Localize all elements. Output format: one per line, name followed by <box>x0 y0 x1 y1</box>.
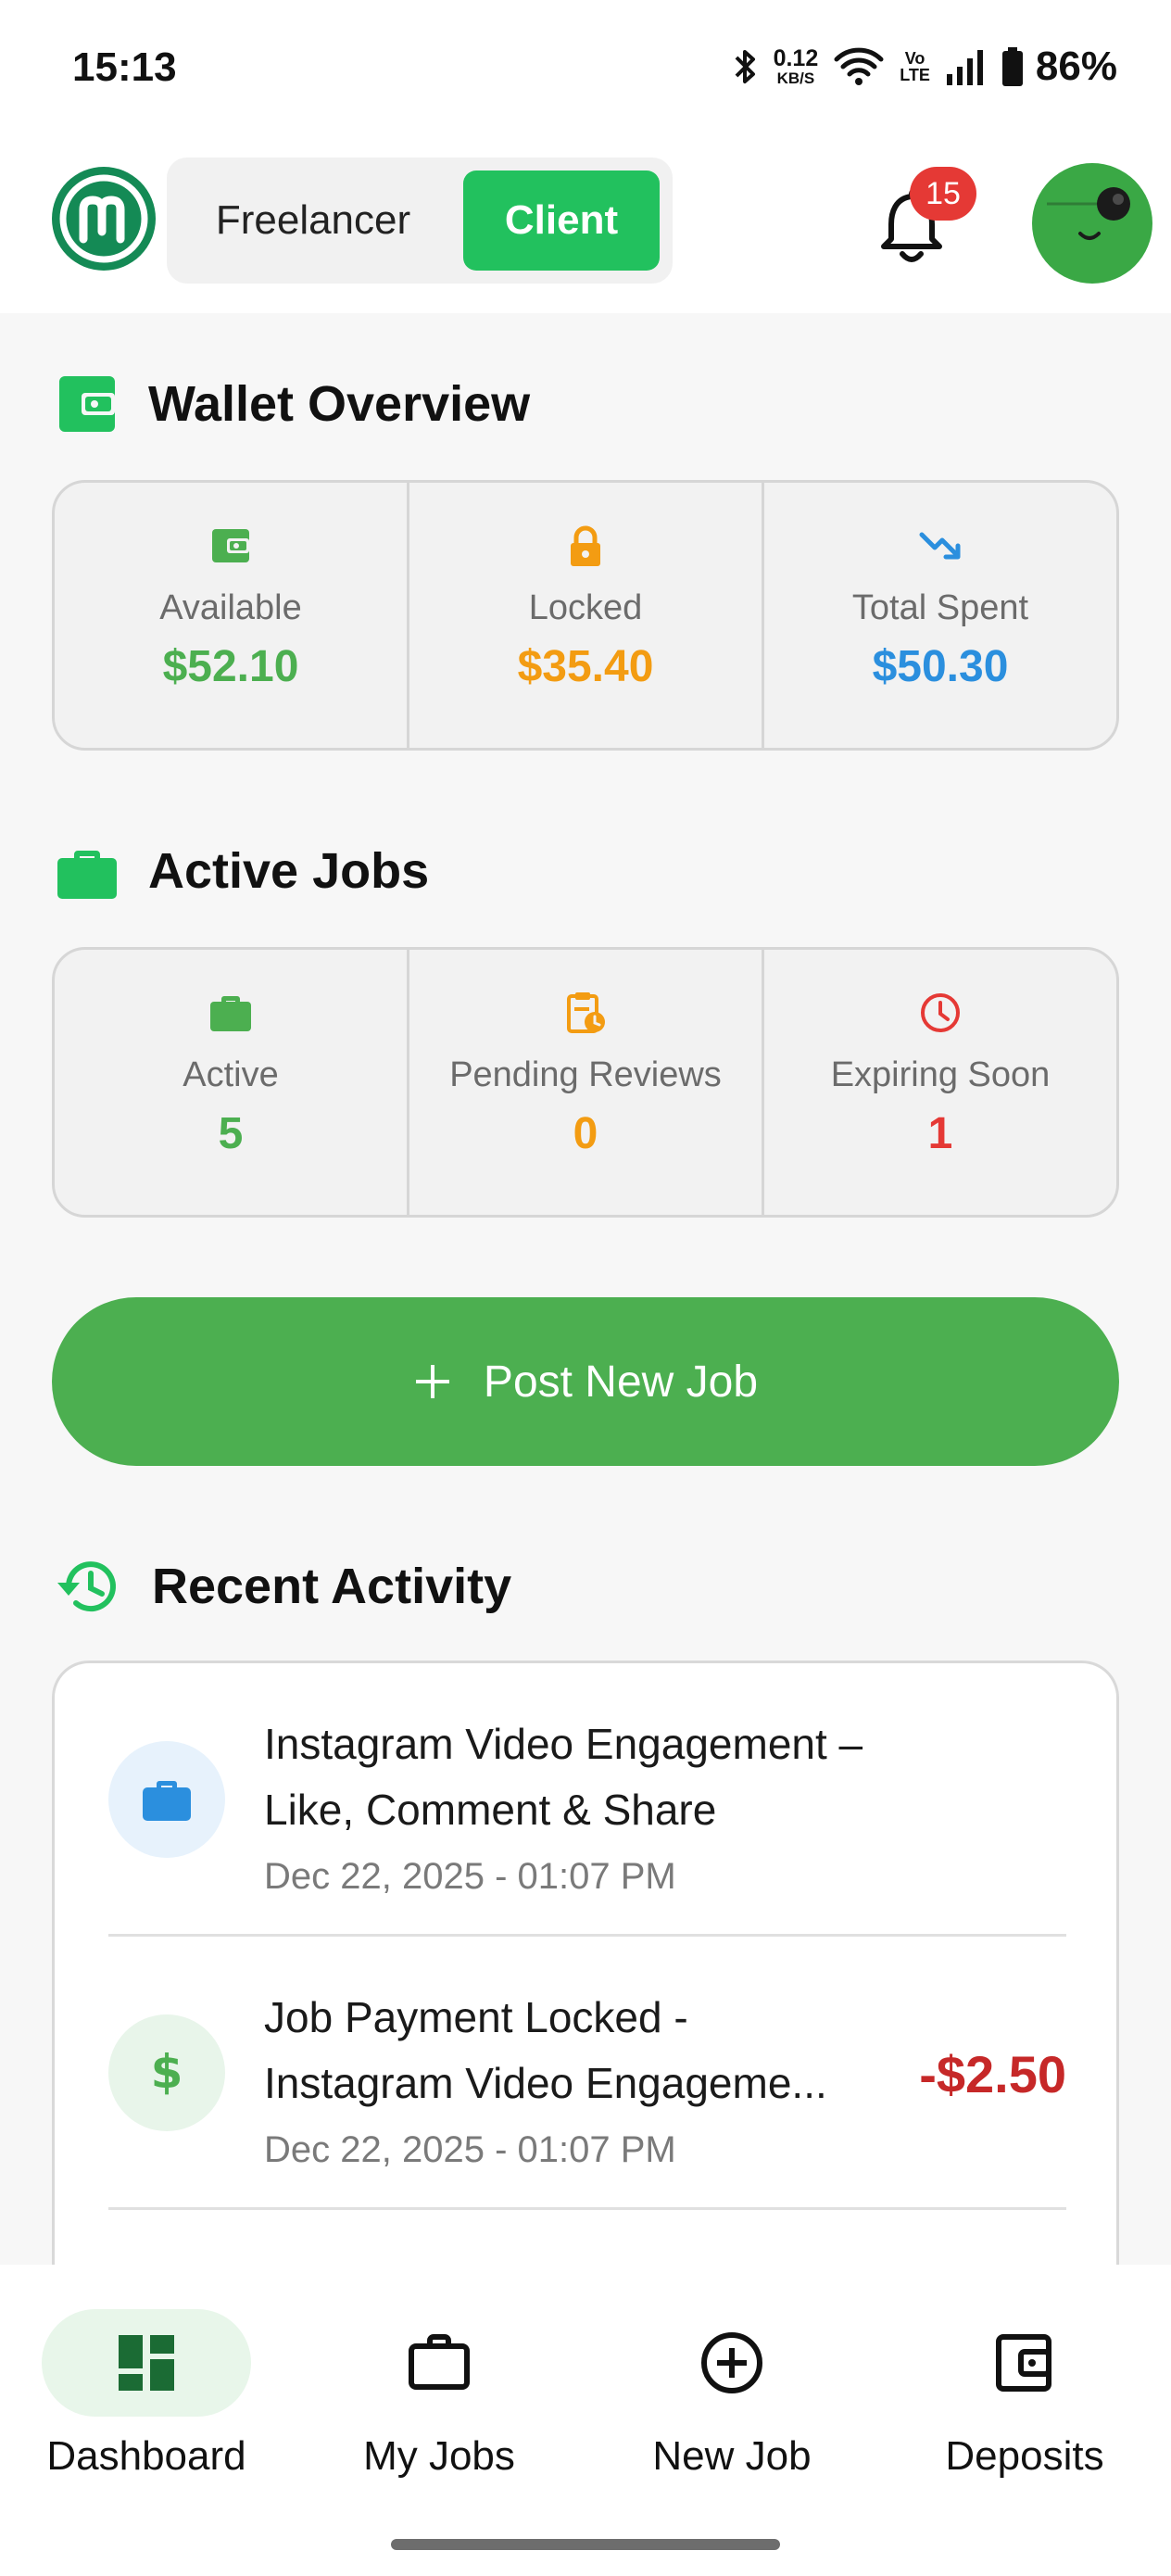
recent-activity-title: Recent Activity <box>152 1559 512 1614</box>
stat-value: 1 <box>927 1109 953 1158</box>
stat-value: $52.10 <box>162 642 299 691</box>
stat-value: $35.40 <box>517 642 654 691</box>
active-jobs-section-header: Active Jobs <box>54 838 429 904</box>
stat-label: Active <box>183 1055 279 1094</box>
stat-label: Locked <box>528 588 643 627</box>
status-bar: 15:13 0.12 KB/S Vo LTE 86% <box>0 0 1171 139</box>
activity-date: Dec 22, 2025 - 01:07 PM <box>264 2129 676 2170</box>
recent-activity-section-header: Recent Activity <box>54 1551 511 1622</box>
wifi-icon <box>833 46 885 87</box>
logo-icon <box>59 174 148 263</box>
status-time: 15:13 <box>72 44 177 90</box>
wallet-stats-card: Available $52.10 Locked $35.40 Total Spe… <box>52 480 1119 751</box>
briefcase-icon <box>54 838 120 904</box>
trending-down-icon <box>918 524 963 568</box>
clipboard-clock-icon <box>563 991 608 1035</box>
nav-label: Deposits <box>945 2433 1104 2479</box>
stat-value: 5 <box>218 1109 244 1158</box>
network-speed-value: 0.12 <box>773 45 819 71</box>
plus-icon <box>413 1362 452 1401</box>
app-header: Freelancer Client 15 <box>0 139 1171 313</box>
notification-badge: 15 <box>910 167 976 221</box>
dollar-icon: $ <box>108 2014 225 2131</box>
dashboard-icon <box>119 2335 174 2391</box>
stat-label: Total Spent <box>851 588 1029 627</box>
activity-item[interactable]: $ Job Payment Locked - Instagram Video E… <box>108 1937 1066 2210</box>
stat-label: Expiring Soon <box>830 1055 1051 1094</box>
recent-activity-card: Instagram Video Engagement – Like, Comme… <box>52 1661 1119 2272</box>
network-speed: 0.12 KB/S <box>773 45 819 87</box>
nav-icon-wrap <box>627 2309 837 2417</box>
activity-amount: -$2.50 <box>919 2045 1066 2103</box>
avatar-face-icon <box>1047 187 1130 240</box>
home-indicator[interactable] <box>391 2539 780 2550</box>
active-jobs-stats-card: Active 5 Pending Reviews 0 Expiring Soon… <box>52 947 1119 1218</box>
wallet-icon <box>54 371 120 437</box>
volte-bottom: LTE <box>900 66 930 84</box>
briefcase-icon <box>108 1741 225 1858</box>
nav-label: Dashboard <box>46 2433 246 2479</box>
wallet-stat-total-spent: Total Spent $50.30 <box>762 483 1116 748</box>
volte-indicator: Vo LTE <box>900 50 930 83</box>
nav-icon-wrap <box>920 2309 1129 2417</box>
battery-percent: 86% <box>1035 44 1117 89</box>
wallet-icon <box>208 524 253 568</box>
nav-label: My Jobs <box>363 2433 515 2479</box>
battery-icon <box>1001 46 1025 87</box>
nav-dashboard[interactable]: Dashboard <box>0 2309 293 2485</box>
wallet-section-header: Wallet Overview <box>54 371 530 437</box>
activity-item[interactable]: Instagram Video Engagement – Like, Comme… <box>108 1663 1066 1937</box>
plus-circle-icon <box>701 2332 762 2393</box>
activity-date: Dec 22, 2025 - 01:07 PM <box>264 1856 676 1897</box>
active-jobs-title: Active Jobs <box>148 843 430 899</box>
wallet-title: Wallet Overview <box>148 376 531 432</box>
nav-label: New Job <box>652 2433 812 2479</box>
stat-label: Pending Reviews <box>449 1055 722 1094</box>
wallet-stat-available: Available $52.10 <box>55 483 407 748</box>
briefcase-outline-icon <box>409 2334 470 2390</box>
nav-deposits[interactable]: Deposits <box>878 2309 1171 2485</box>
stat-value: 0 <box>573 1109 598 1158</box>
activity-text: Instagram Video Engagement – Like, Comme… <box>264 1711 913 1898</box>
bottom-nav: Dashboard My Jobs New Job Deposits <box>0 2265 1171 2576</box>
activity-title: Instagram Video Engagement – Like, Comme… <box>264 1720 863 1834</box>
stat-value: $50.30 <box>872 642 1009 691</box>
avatar[interactable] <box>1032 163 1152 284</box>
app-logo[interactable] <box>52 167 156 271</box>
briefcase-icon <box>208 991 253 1035</box>
volte-top: Vo <box>904 49 925 68</box>
activity-title: Job Payment Locked - Instagram Video Eng… <box>264 1993 827 2107</box>
post-new-job-button[interactable]: Post New Job <box>52 1297 1119 1466</box>
bluetooth-icon <box>733 46 759 87</box>
jobs-stat-expiring-soon: Expiring Soon 1 <box>762 950 1116 1215</box>
history-icon <box>54 1551 124 1622</box>
signal-icon <box>945 46 986 87</box>
wallet-stat-locked: Locked $35.40 <box>407 483 762 748</box>
activity-text: Job Payment Locked - Instagram Video Eng… <box>264 1985 913 2171</box>
svg-text:$: $ <box>151 2045 183 2099</box>
wallet-outline-icon <box>996 2334 1051 2392</box>
stat-label: Available <box>159 588 302 627</box>
network-speed-unit: KB/S <box>776 69 815 87</box>
jobs-stat-pending-reviews: Pending Reviews 0 <box>407 950 762 1215</box>
role-client-option[interactable]: Client <box>463 170 660 271</box>
nav-icon-wrap <box>42 2309 251 2417</box>
nav-icon-wrap <box>334 2309 544 2417</box>
role-toggle: Freelancer Client <box>167 158 673 284</box>
role-freelancer-option[interactable]: Freelancer <box>167 158 460 284</box>
nav-new-job[interactable]: New Job <box>586 2309 878 2485</box>
post-new-job-label: Post New Job <box>483 1357 759 1407</box>
status-icons: 0.12 KB/S Vo LTE 86% <box>733 41 1117 93</box>
nav-my-jobs[interactable]: My Jobs <box>293 2309 586 2485</box>
lock-icon <box>563 524 608 568</box>
clock-icon <box>918 991 963 1035</box>
jobs-stat-active: Active 5 <box>55 950 407 1215</box>
